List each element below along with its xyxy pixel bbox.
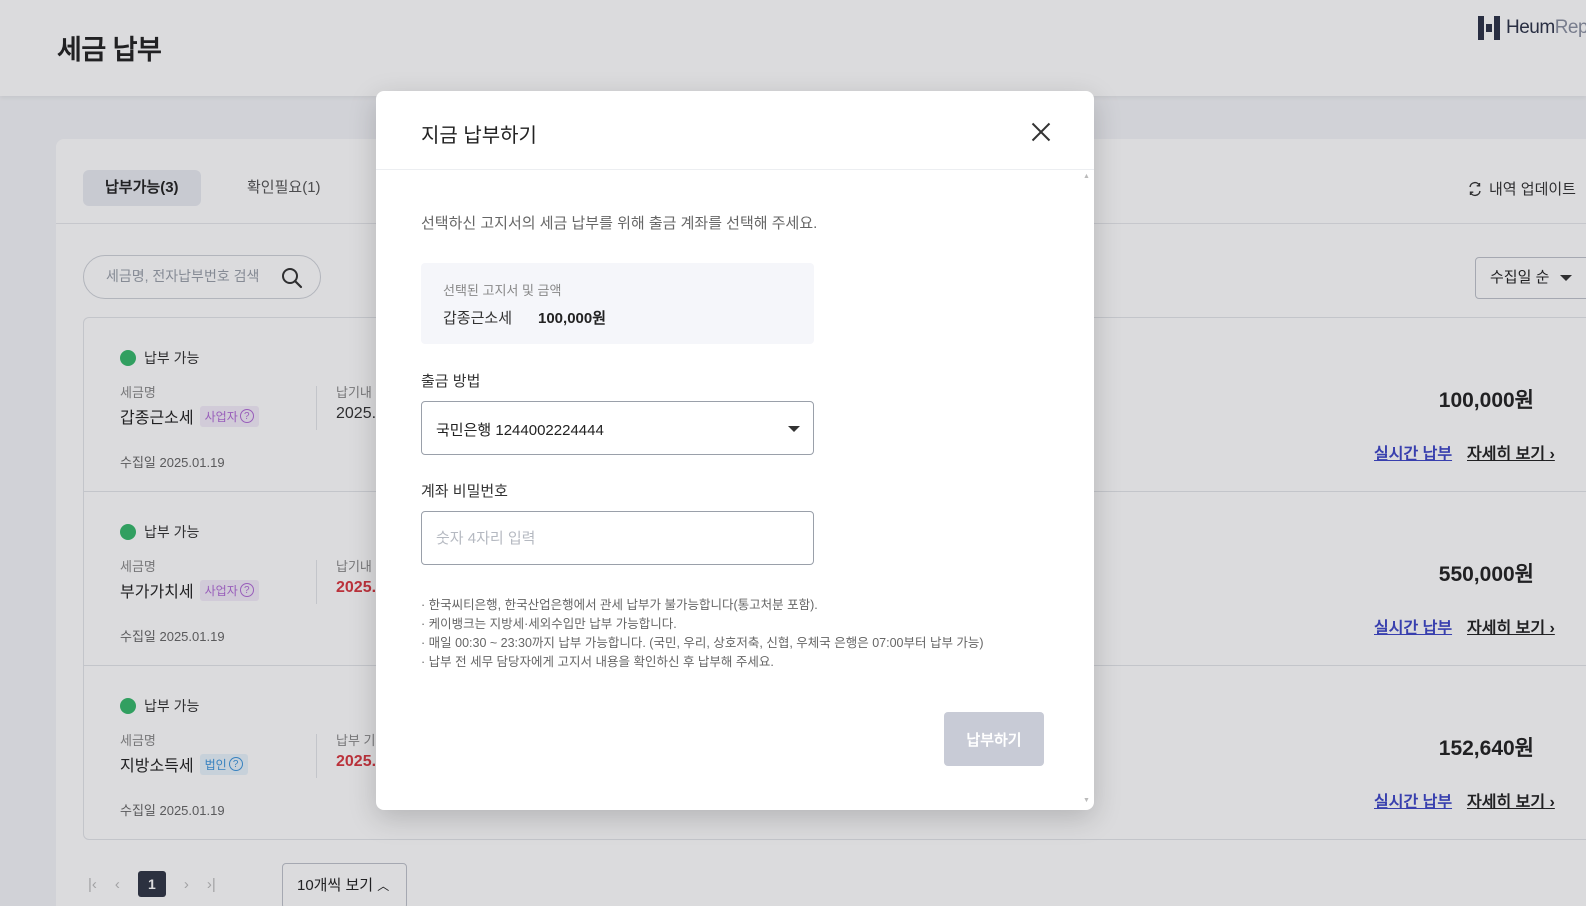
withdraw-method-label: 출금 방법 [421,373,481,390]
selected-tax-name: 갑종근소세 [443,310,513,327]
pay-now-modal: 지금 납부하기 ▲ ▼ 선택하신 고지서의 세금 납부를 위해 출금 계좌를 선… [376,91,1094,810]
modal-guide-text: 선택하신 고지서의 세금 납부를 위해 출금 계좌를 선택해 주세요. [421,215,818,232]
caret-down-icon [788,426,800,432]
close-icon[interactable] [1028,119,1054,145]
notice-item: 한국씨티은행, 한국산업은행에서 관세 납부가 불가능합니다(통고처분 포함). [421,596,984,615]
notice-item: 납부 전 세무 담당자에게 고지서 내용을 확인하신 후 납부해 주세요. [421,653,984,672]
withdraw-account-dropdown[interactable]: 국민은행 1244002224444 [421,401,814,455]
withdraw-account-value: 국민은행 1244002224444 [436,422,604,439]
scroll-down-icon[interactable]: ▼ [1083,797,1090,804]
payment-notice-list: 한국씨티은행, 한국산업은행에서 관세 납부가 불가능합니다(통고처분 포함).… [421,596,984,672]
notice-item: 케이뱅크는 지방세·세외수입만 납부 가능합니다. [421,615,984,634]
selected-tax-amount: 100,000원 [538,310,607,327]
scroll-up-icon[interactable]: ▲ [1083,173,1090,180]
modal-title: 지금 납부하기 [421,125,537,147]
selected-bill-summary: 선택된 고지서 및 금액 갑종근소세 100,000원 [421,263,814,344]
submit-payment-button[interactable]: 납부하기 [944,712,1044,766]
modal-header: 지금 납부하기 [376,91,1094,170]
notice-item: 매일 00:30 ~ 23:30까지 납부 가능합니다. (국민, 우리, 상호… [421,634,984,653]
account-password-label: 계좌 비밀번호 [421,483,508,500]
selected-bill-label: 선택된 고지서 및 금액 [443,283,562,298]
account-password-input[interactable] [421,511,814,565]
